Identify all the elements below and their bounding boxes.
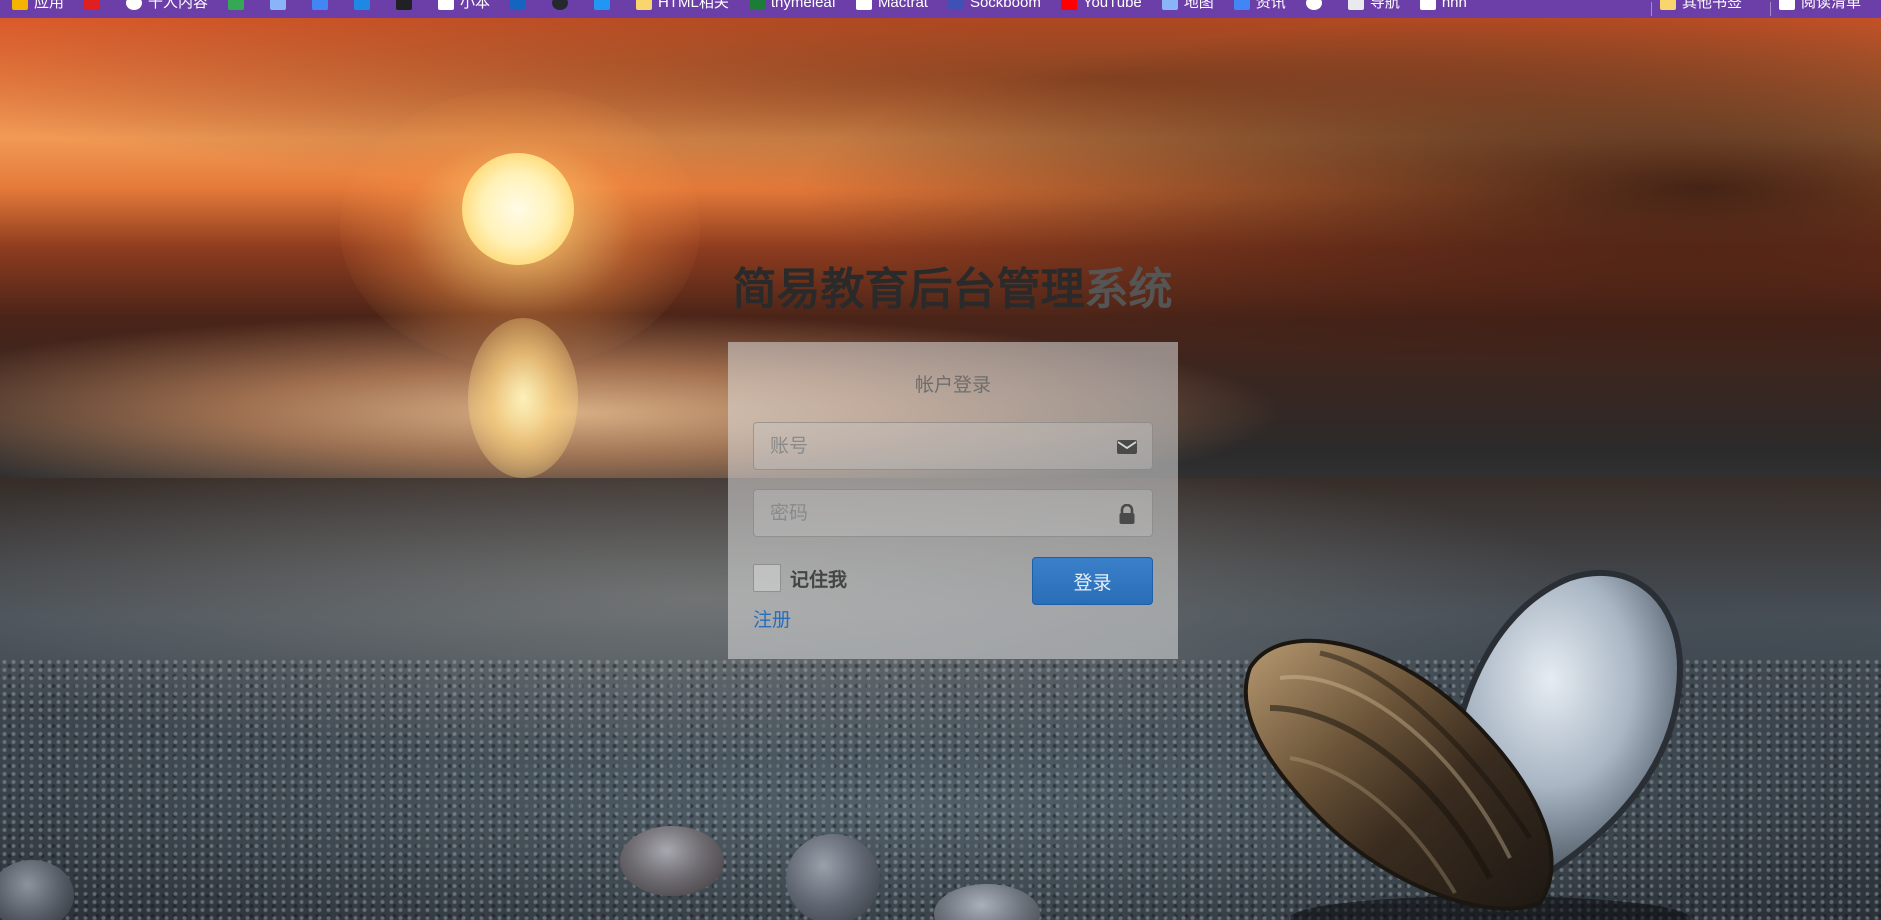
github-icon [552,0,569,10]
bookmark-sockboom[interactable]: Sockboom [947,0,1041,12]
site-icon [1419,0,1436,10]
site-icon [312,0,329,10]
bookmark-site[interactable] [354,0,376,12]
bookmark-site[interactable] [594,0,616,12]
apps-grid-icon [12,0,28,10]
lock-icon [1119,504,1135,524]
star-icon [270,0,287,10]
register-link[interactable]: 注册 [753,607,791,633]
remember-me-label: 记住我 [790,568,848,591]
bookmark-label: 千人内容 [148,0,209,11]
site-icon [354,0,371,10]
site-icon [438,0,455,10]
page-title: 简易教育后台管理系统 [0,262,1881,318]
bookmark-site[interactable] [228,0,250,12]
site-icon [594,0,611,10]
sun [462,153,574,265]
sun-reflection [468,318,578,478]
envelope-icon [1117,440,1137,454]
map-icon [1161,0,1178,10]
remember-me[interactable]: 记住我 [753,564,847,592]
bookmark-label: 应用 [34,0,65,11]
bookmark-nav[interactable]: 导航 [1347,0,1400,12]
video-icon [84,0,101,10]
page-title-tail: 系统 [1084,264,1173,315]
clam-shell [1243,569,1690,920]
password-field [753,489,1153,537]
account-field [753,422,1153,470]
folder-icon [636,0,653,10]
account-input[interactable] [754,423,1152,469]
bookmark-github[interactable] [552,0,574,12]
bookmark-hhh[interactable]: hhh [1419,0,1467,12]
bookmark-video[interactable] [84,0,106,12]
bookmark-label: HTML相关 [658,0,729,11]
bookmarks-right: 其他书签 阅读清单 [1643,0,1881,18]
folder-icon [1659,0,1676,10]
bookmark-reading-list[interactable]: 阅读清单 [1778,0,1861,12]
pebble [786,834,880,920]
bookmark-site[interactable] [510,0,532,12]
site-icon [855,0,872,10]
site-icon [1347,0,1364,10]
bookmark-map[interactable]: 地图 [1161,0,1214,12]
site-icon [510,0,527,10]
bookmark-label: 小本 [460,0,491,11]
login-form: 帐户登录 记住我 登录 注册 [728,342,1178,659]
bookmark-mactrat[interactable]: Mactrat [855,0,928,12]
bookmark-star[interactable] [270,0,292,12]
remember-me-checkbox[interactable] [753,564,781,592]
bookmark-label: 阅读清单 [1800,0,1861,11]
bookmark-youtube[interactable]: YouTube [1060,0,1142,12]
bookmark-label: 导航 [1369,0,1400,11]
bookmark-content[interactable]: 千人内容 [126,0,208,12]
bookmark-site[interactable] [1305,0,1328,12]
bookmark-news[interactable]: 资讯 [1233,0,1286,12]
site-icon [228,0,245,10]
bookmark-thymeleaf[interactable]: thymeleaf [748,0,836,12]
site-icon [1305,0,1322,10]
login-heading: 帐户登录 [914,374,991,396]
site-icon [1233,0,1250,10]
bookmark-separator [1769,2,1771,16]
site-icon [748,0,765,10]
bookmark-site[interactable] [312,0,334,12]
bookmark-label: Sockboom [969,0,1041,11]
bookmark-label: 其他书签 [1681,0,1742,11]
bookmark-apps[interactable]: 应用 [12,0,64,12]
bookmark-label: Mactrat [877,0,928,11]
bookmark-label: thymeleaf [770,0,836,11]
bookmark-icon [126,0,143,10]
site-icon [947,0,964,10]
page-title-main: 简易教育后台管理 [732,264,1085,315]
bookmark-notebook[interactable]: 小本 [438,0,490,12]
bookmark-html-folder[interactable]: HTML相关 [636,0,729,12]
youtube-icon [1060,0,1077,10]
password-input[interactable] [754,490,1152,536]
login-button[interactable]: 登录 [1032,557,1153,605]
reading-list-icon [1778,0,1795,10]
bookmark-separator [1650,2,1652,16]
bookmarks-bar: 应用 千人内容 小本 HTML相关 thymeleaf Mactrat Sock… [0,0,1881,18]
bookmark-other-folder[interactable]: 其他书签 [1659,0,1742,12]
site-icon [396,0,413,10]
bookmark-label: YouTube [1082,0,1142,11]
pebble [620,826,724,896]
bookmark-label: 资讯 [1255,0,1286,11]
bookmark-label: 地图 [1183,0,1214,11]
bookmark-site[interactable] [396,0,418,12]
bookmark-label: hhh [1441,0,1467,11]
